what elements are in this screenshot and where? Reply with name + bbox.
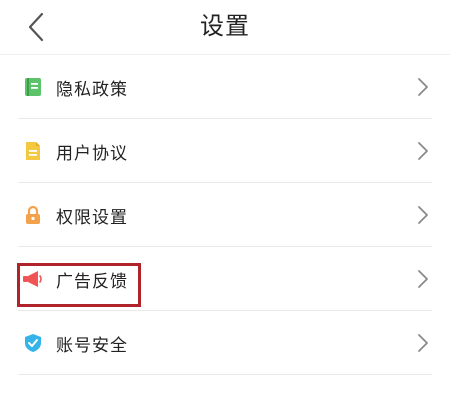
chevron-right-icon <box>416 204 430 226</box>
shield-check-icon <box>22 332 44 354</box>
settings-item-user-agreement[interactable]: 用户协议 <box>0 119 450 183</box>
settings-item-label: 权限设置 <box>56 207 128 228</box>
page-title: 设置 <box>200 12 250 40</box>
chevron-right-icon <box>416 76 430 98</box>
settings-item-permissions[interactable]: 权限设置 <box>0 183 450 247</box>
chevron-right-icon <box>416 140 430 162</box>
notebook-icon <box>22 76 44 98</box>
settings-item-label: 账号安全 <box>56 335 128 356</box>
chevron-right-icon <box>416 268 430 290</box>
settings-screen: 设置 隐私政策 用户协议 权限设置 广告反馈 账号安全 <box>0 0 450 410</box>
settings-item-label: 广告反馈 <box>56 271 128 292</box>
chevron-right-icon <box>416 332 430 354</box>
megaphone-icon <box>22 268 44 290</box>
settings-item-privacy-policy[interactable]: 隐私政策 <box>0 55 450 119</box>
settings-list: 隐私政策 用户协议 权限设置 广告反馈 账号安全 <box>0 55 450 375</box>
header: 设置 <box>0 0 450 55</box>
settings-item-label: 隐私政策 <box>56 79 128 100</box>
settings-item-ad-feedback[interactable]: 广告反馈 <box>0 247 450 311</box>
lock-icon <box>22 204 44 226</box>
document-icon <box>22 140 44 162</box>
settings-item-account-security[interactable]: 账号安全 <box>0 311 450 375</box>
settings-item-label: 用户协议 <box>56 143 128 164</box>
